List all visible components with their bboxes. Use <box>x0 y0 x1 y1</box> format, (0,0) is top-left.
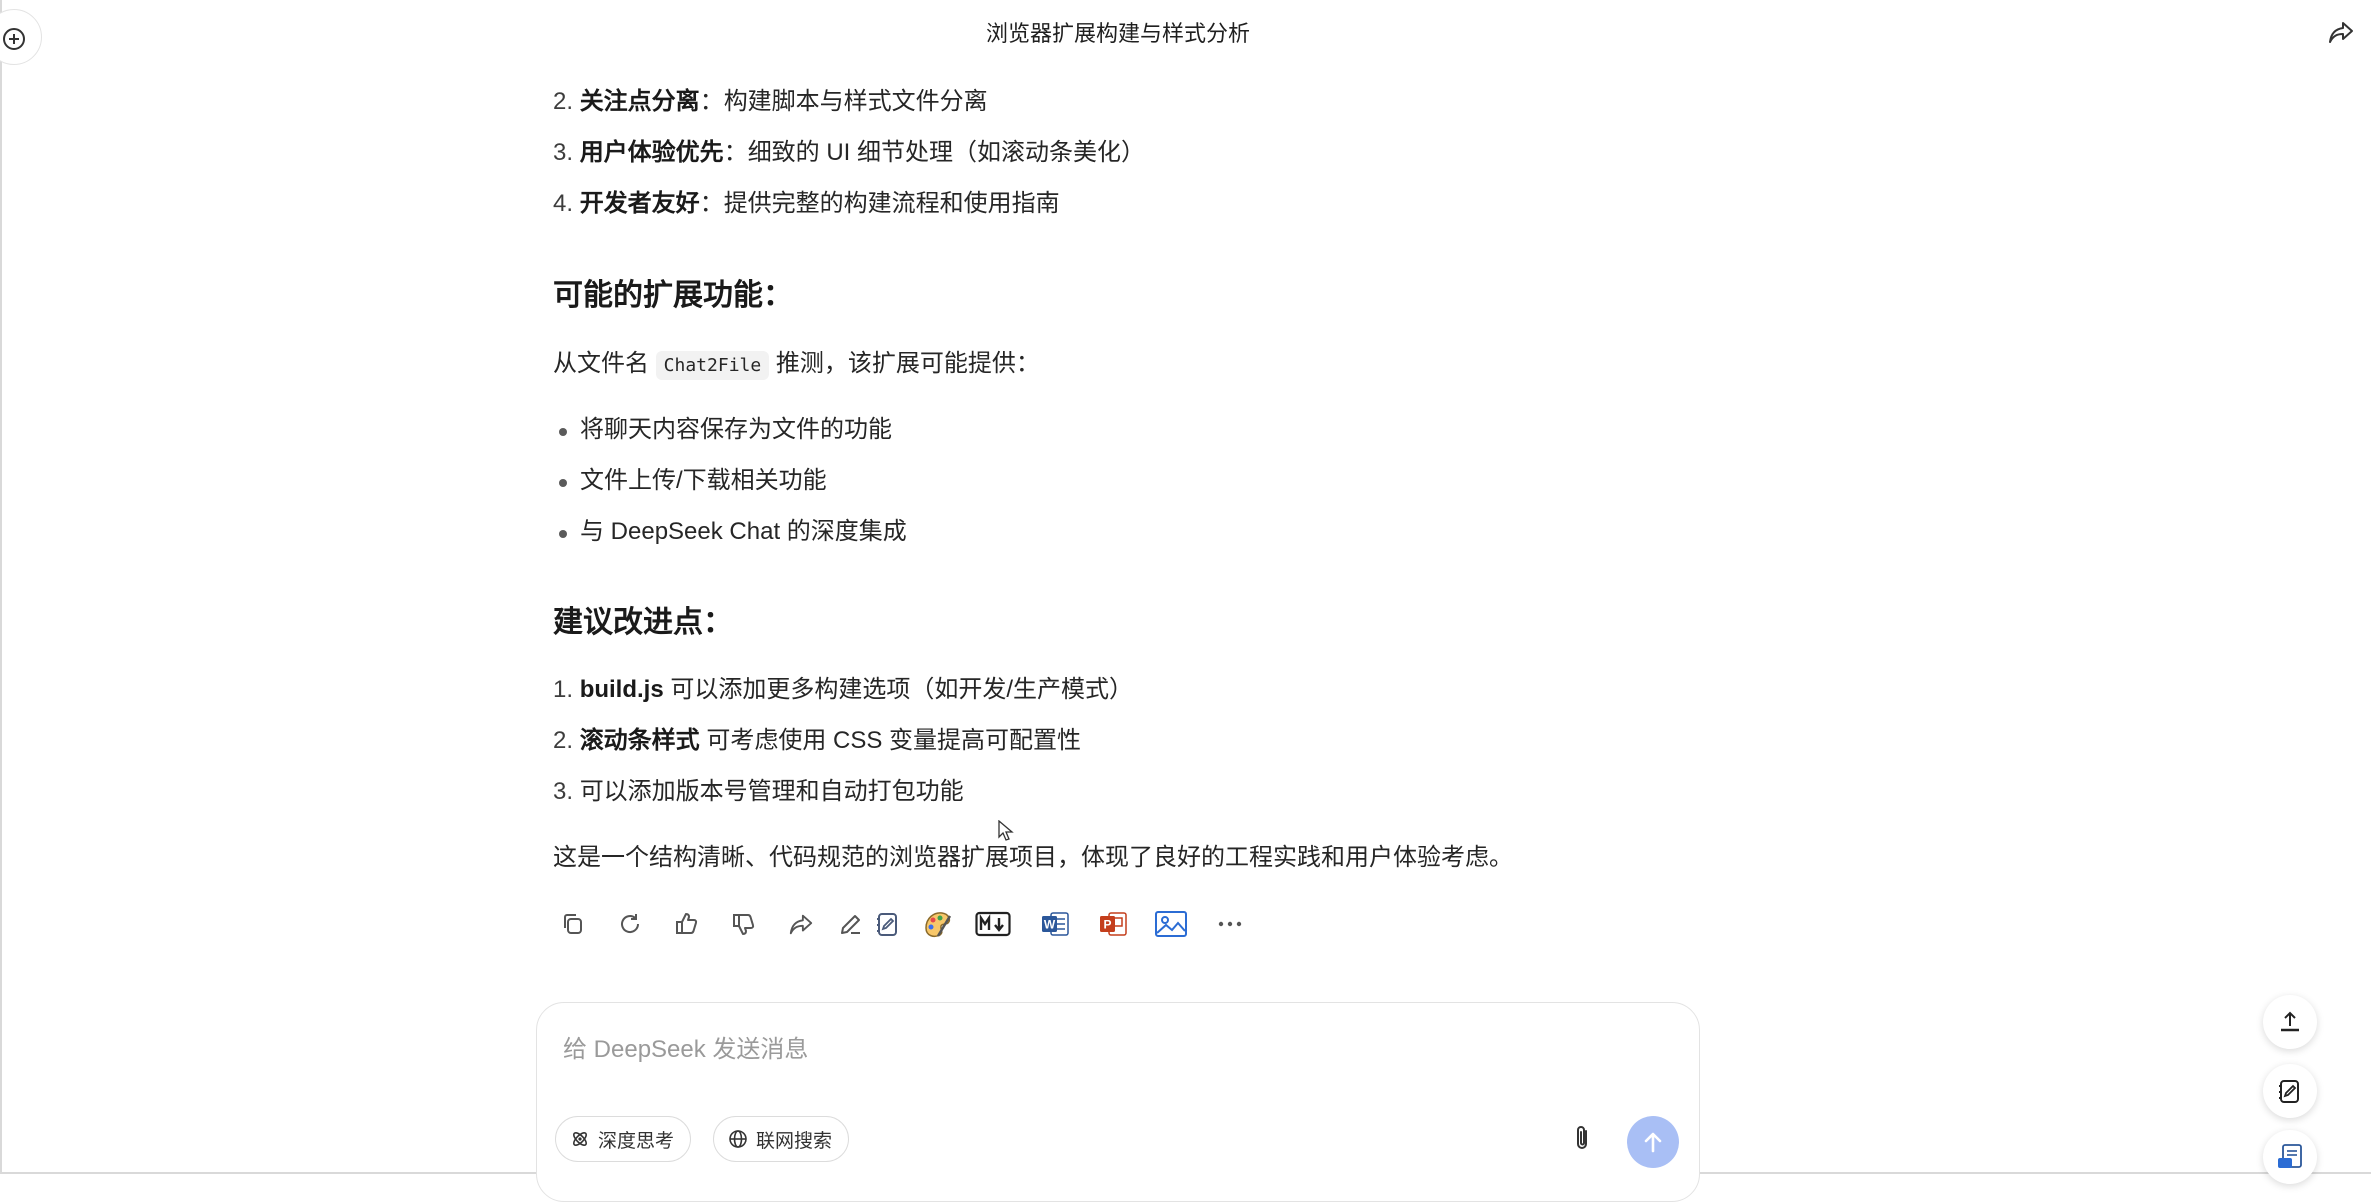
thumbs-up-icon <box>676 913 698 934</box>
note-button[interactable] <box>868 904 908 944</box>
svg-text:W: W <box>1044 918 1056 932</box>
message-input[interactable]: 给 DeepSeek 发送消息 <box>563 1029 808 1064</box>
list-item: 与 DeepSeek Chat 的深度集成 <box>553 516 907 548</box>
more-icon <box>1218 921 1242 927</box>
send-button[interactable] <box>1627 1116 1679 1168</box>
bullet <box>559 428 567 436</box>
ai-document-icon <box>2278 1144 2302 1168</box>
bullet <box>559 479 567 487</box>
improvement-item: 3. 可以添加版本号管理和自动打包功能 <box>553 778 964 805</box>
share-icon <box>789 914 813 935</box>
improvement-item: 1. build.js 可以添加更多构建选项（如开发/生产模式） <box>553 676 1134 703</box>
export-image-button[interactable] <box>1151 904 1191 944</box>
page-title: 浏览器扩展构建与样式分析 <box>985 21 1250 46</box>
section-heading: 可能的扩展功能： <box>553 279 793 312</box>
copy-button[interactable] <box>553 904 593 944</box>
principle-item: 3. 用户体验优先：细致的 UI 细节处理（如滚动条美化） <box>553 139 1146 166</box>
principle-item: 4. 开发者友好：提供完整的构建流程和使用指南 <box>553 190 1060 217</box>
web-search-label: 联网搜索 <box>756 1130 833 1152</box>
export-markdown-button[interactable] <box>973 904 1013 944</box>
thumbs-down-icon <box>733 914 755 935</box>
export-ppt-button[interactable]: P <box>1093 904 1133 944</box>
inline-code: Chat2File <box>655 351 770 380</box>
dislike-button[interactable] <box>724 904 764 944</box>
copy-icon <box>564 914 582 934</box>
improvement-item: 2. 滚动条样式 可考虑使用 CSS 变量提高可配置性 <box>553 727 1082 754</box>
ai-document-button[interactable] <box>2263 1130 2317 1184</box>
share-icon <box>2329 22 2353 43</box>
notes-button[interactable] <box>2263 1064 2317 1118</box>
svg-text:P: P <box>1103 918 1111 932</box>
paint-icon <box>925 912 952 938</box>
note-icon <box>877 913 897 936</box>
image-icon <box>1155 911 1187 937</box>
atom-icon <box>573 1132 587 1146</box>
powerpoint-icon: P <box>1100 912 1127 936</box>
mouse-cursor-icon <box>998 820 1014 841</box>
arrow-up-icon <box>1644 1132 1662 1153</box>
web-search-toggle[interactable]: 联网搜索 <box>713 1116 850 1162</box>
deep-think-label: 深度思考 <box>598 1130 675 1152</box>
word-icon: W <box>1042 912 1069 936</box>
features-intro: 从文件名 Chat2File 推测，该扩展可能提供： <box>553 348 1040 382</box>
edit-icon <box>841 915 860 934</box>
principle-item: 2. 关注点分离：构建脚本与样式文件分离 <box>553 88 988 115</box>
globe-icon <box>729 1130 747 1148</box>
more-button[interactable] <box>1210 904 1250 944</box>
upload-button[interactable] <box>2263 995 2317 1049</box>
summary-paragraph: 这是一个结构清晰、代码规范的浏览器扩展项目，体现了良好的工程实践和用户体验考虑。 <box>553 844 1513 871</box>
window-left-border <box>0 0 2 1174</box>
edit-button[interactable] <box>831 904 871 944</box>
list-item: 文件上传/下载相关功能 <box>553 465 827 497</box>
markdown-icon <box>975 911 1011 937</box>
bullet <box>559 530 567 538</box>
section-heading: 建议改进点： <box>553 606 733 639</box>
paint-button[interactable] <box>918 904 958 944</box>
list-item: 将聊天内容保存为文件的功能 <box>553 414 892 446</box>
export-word-button[interactable]: W <box>1035 904 1075 944</box>
share-message-button[interactable] <box>781 904 821 944</box>
upload-icon <box>2281 1011 2299 1032</box>
regenerate-button[interactable] <box>610 904 650 944</box>
like-button[interactable] <box>667 904 707 944</box>
regenerate-icon <box>621 914 640 933</box>
note-icon <box>2279 1080 2299 1103</box>
attach-button[interactable] <box>1571 1123 1593 1158</box>
deep-think-toggle[interactable]: 深度思考 <box>555 1116 692 1162</box>
share-button[interactable] <box>2327 18 2355 51</box>
chat-input-box: 给 DeepSeek 发送消息 深度思考 联网搜索 <box>536 1002 1700 1202</box>
paperclip-icon <box>1577 1126 1587 1149</box>
